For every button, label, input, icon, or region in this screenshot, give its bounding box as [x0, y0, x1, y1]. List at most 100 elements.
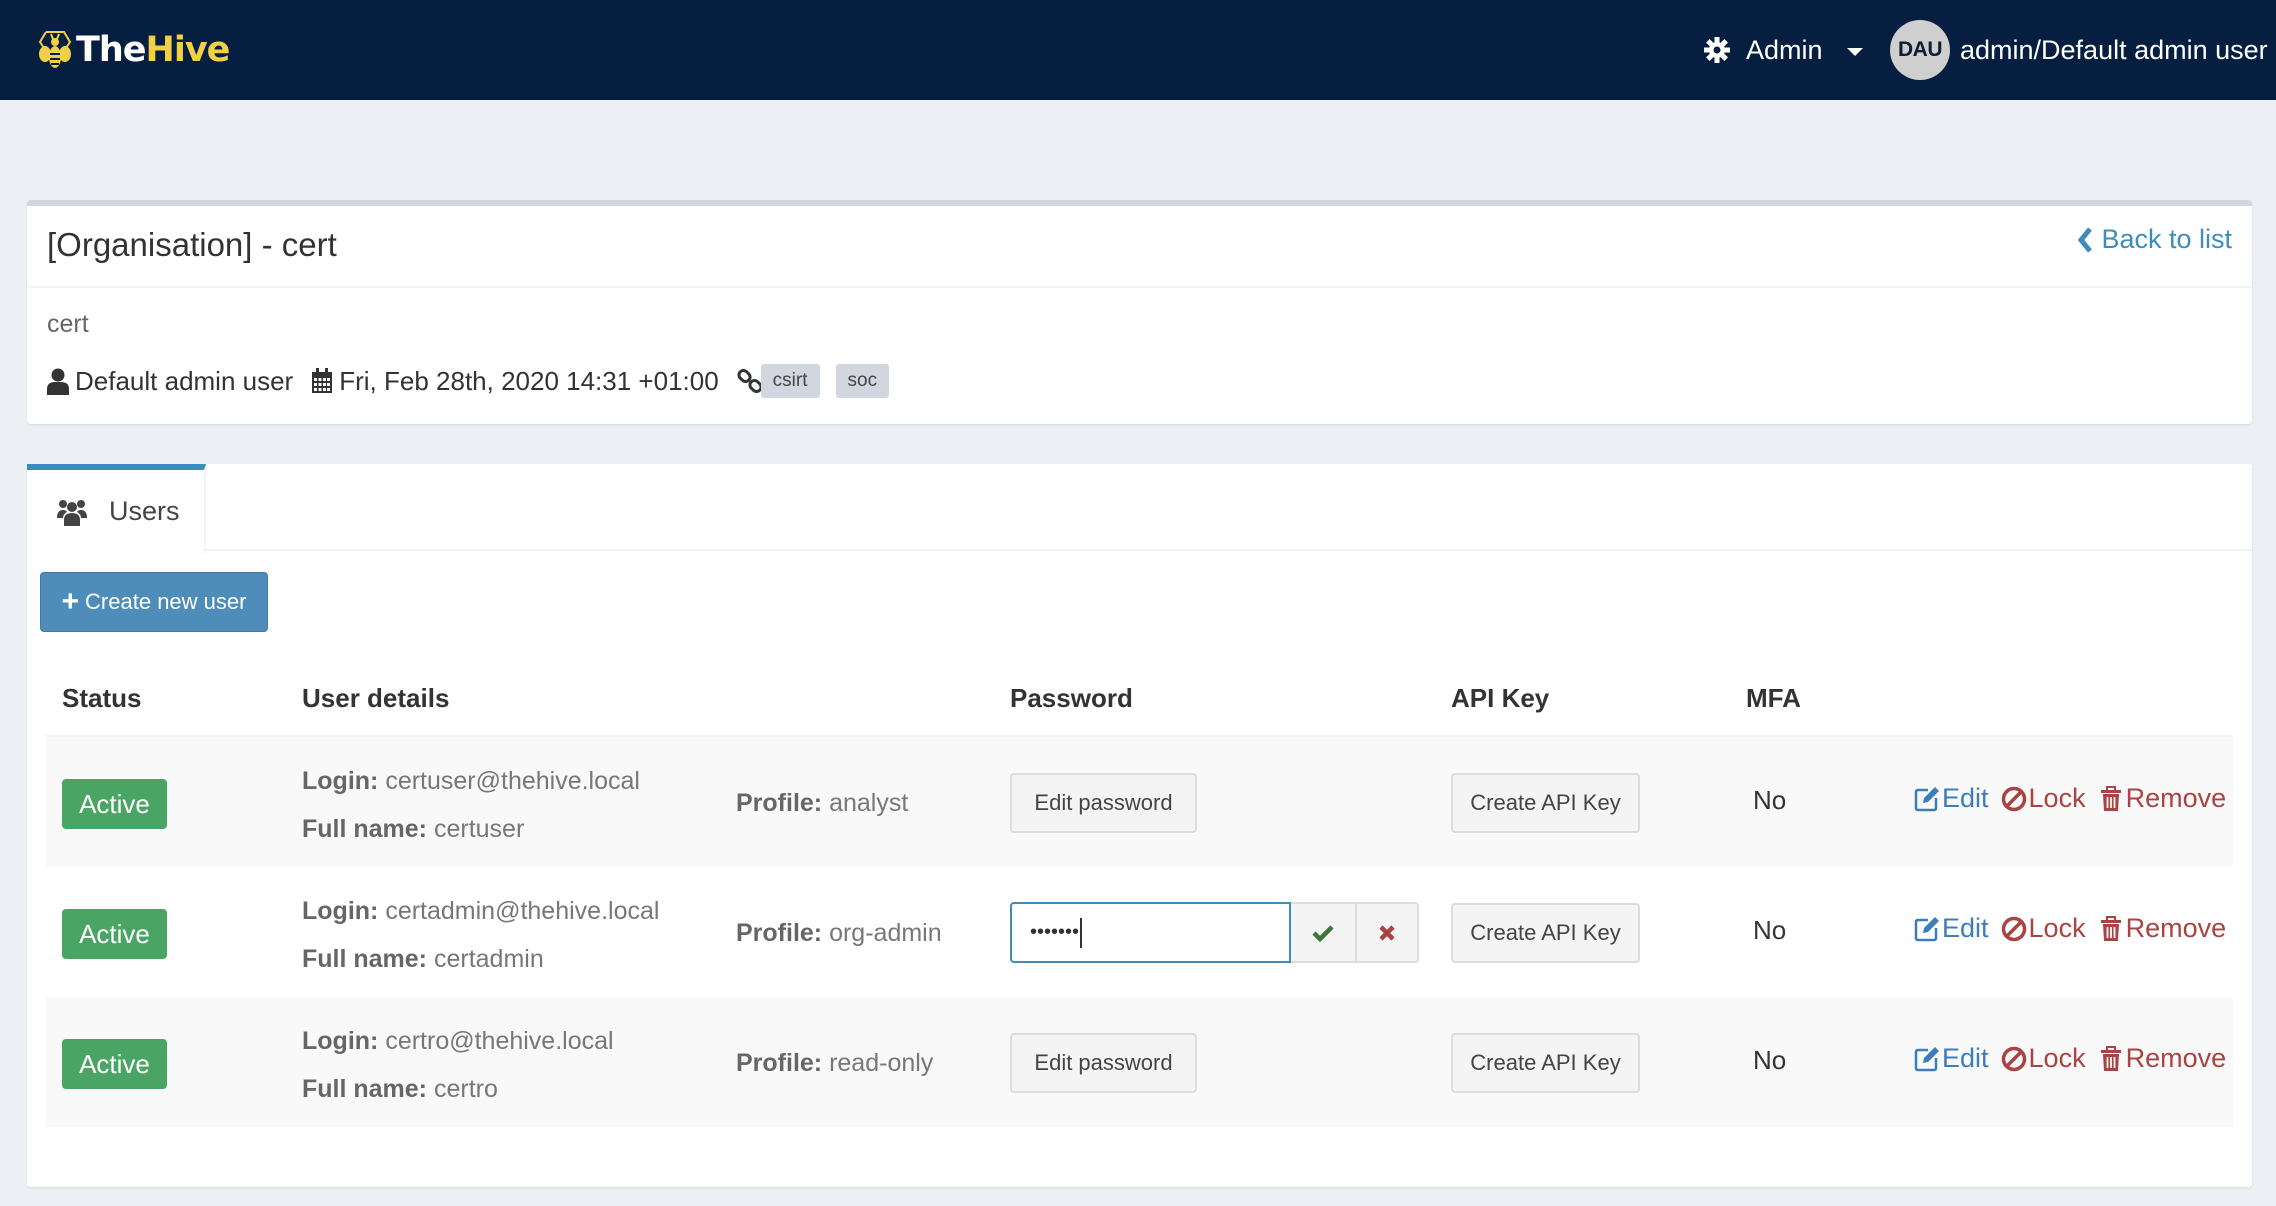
edit-label: Edit — [1942, 1043, 1989, 1073]
lock-label: Lock — [2028, 783, 2086, 813]
cancel-password-button[interactable] — [1357, 902, 1419, 963]
mfa-status: No — [1753, 785, 1787, 815]
edit-user-link[interactable]: Edit — [1914, 783, 1989, 814]
trash-icon — [2100, 915, 2121, 941]
column-header-mfa: MFA — [1746, 683, 1801, 713]
user-details: Login: certro@thehive.local Full name: c… — [302, 1017, 614, 1113]
edit-icon — [1914, 786, 1939, 811]
admin-menu-dropdown[interactable]: Admin — [1704, 30, 1863, 70]
edit-password-button[interactable]: Edit password — [1010, 773, 1197, 833]
column-header-api-key: API Key — [1451, 683, 1550, 713]
full-name-line: Full name: certuser — [302, 805, 640, 853]
edit-icon — [1914, 1046, 1939, 1071]
table-row: Active Login: certro@thehive.local Full … — [46, 997, 2233, 1127]
column-header-status: Status — [62, 683, 142, 713]
column-header-user-details: User details — [302, 683, 450, 713]
create-new-user-button[interactable]: + Create new user — [40, 572, 268, 632]
ban-icon — [2001, 1046, 2026, 1071]
caret-down-icon — [1846, 48, 1863, 56]
status-badge: Active — [62, 779, 167, 829]
lock-user-link[interactable]: Lock — [2001, 783, 2086, 814]
organisation-panel: [Organisation] - cert Back to list cert … — [27, 200, 2252, 424]
user-profile: Profile: read-only — [736, 1039, 933, 1087]
profile-label: Profile: — [736, 919, 823, 947]
create-new-user-label: Create new user — [85, 589, 247, 614]
full-name-label: Full name: — [302, 815, 428, 843]
user-menu[interactable]: DAU admin/Default admin user — [1890, 20, 2268, 80]
organisation-meta: Default admin user Fri, Feb 28th, 2020 1… — [47, 364, 2232, 398]
user-details: Login: certadmin@thehive.local Full name… — [302, 887, 659, 983]
full-name-label: Full name: — [302, 945, 428, 973]
password-edit-group: ••••••• — [1010, 902, 1419, 963]
login-label: Login: — [302, 897, 379, 925]
edit-label: Edit — [1942, 783, 1989, 813]
brand-name-the: The — [76, 30, 147, 70]
tag-soc[interactable]: soc — [835, 364, 890, 398]
admin-menu-label: Admin — [1746, 34, 1823, 65]
password-input-value: ••••••• — [1030, 921, 1080, 943]
link-icon — [737, 368, 763, 394]
profile-label: Profile: — [736, 789, 823, 817]
ban-icon — [2001, 786, 2026, 811]
linked-tags: csirt soc — [760, 364, 905, 398]
status-badge: Active — [62, 1039, 167, 1089]
tab-bar: Users — [27, 464, 2252, 553]
avatar: DAU — [1890, 20, 1950, 80]
brand-logo-link[interactable]: TheHive — [38, 22, 231, 78]
edit-password-button[interactable]: Edit password — [1010, 1033, 1197, 1093]
text-cursor — [1080, 917, 1083, 948]
password-input[interactable]: ••••••• — [1010, 902, 1291, 963]
brand-name-hive: Hive — [145, 30, 231, 70]
created-at: Fri, Feb 28th, 2020 14:31 +01:00 — [311, 366, 719, 397]
status-badge: Active — [62, 909, 167, 959]
back-to-list-link[interactable]: Back to list — [2077, 224, 2232, 255]
login-label: Login: — [302, 767, 379, 795]
organisation-description: cert — [47, 310, 89, 338]
remove-user-link[interactable]: Remove — [2098, 783, 2226, 814]
gear-icon — [1704, 37, 1730, 63]
tab-users[interactable]: Users — [27, 464, 206, 553]
tag-csirt[interactable]: csirt — [760, 364, 820, 398]
remove-user-link[interactable]: Remove — [2098, 913, 2226, 944]
brand-name: TheHive — [76, 30, 231, 70]
create-api-key-button[interactable]: Create API Key — [1451, 773, 1640, 833]
row-actions: Edit Lock Remove — [1914, 1043, 2238, 1074]
profile-value: read-only — [829, 1049, 934, 1077]
users-icon — [57, 499, 87, 526]
lock-user-link[interactable]: Lock — [2001, 913, 2086, 944]
full-name-value: certuser — [433, 815, 525, 843]
trash-icon — [2100, 785, 2121, 811]
lock-user-link[interactable]: Lock — [2001, 1043, 2086, 1074]
top-navbar: TheHive Admin DAU admin/Default admin us… — [0, 0, 2276, 100]
back-to-list-label: Back to list — [2101, 224, 2232, 254]
bee-logo-icon — [38, 31, 72, 68]
create-api-key-button[interactable]: Create API Key — [1451, 1033, 1640, 1093]
profile-value: org-admin — [829, 919, 942, 947]
user-profile: Profile: org-admin — [736, 909, 942, 957]
lock-label: Lock — [2028, 1043, 2086, 1073]
linked-organisations: csirt soc — [737, 364, 905, 398]
organisation-body: cert Default admin user Fri, Feb 28th, 2… — [27, 288, 2252, 420]
create-api-key-button[interactable]: Create API Key — [1451, 903, 1640, 963]
table-header: Status User details Password API Key MFA — [46, 659, 2233, 737]
full-name-label: Full name: — [302, 1075, 428, 1103]
confirm-password-button[interactable] — [1291, 902, 1357, 963]
check-icon — [1312, 924, 1334, 942]
plus-icon: + — [61, 585, 80, 618]
organisation-header: [Organisation] - cert Back to list — [27, 206, 2252, 288]
edit-icon — [1914, 916, 1939, 941]
remove-user-link[interactable]: Remove — [2098, 1043, 2226, 1074]
full-name-line: Full name: certro — [302, 1065, 614, 1113]
mfa-status: No — [1753, 915, 1787, 945]
login-value: certro@thehive.local — [385, 1027, 614, 1055]
users-tab-panel: Users + Create new user Status User deta… — [27, 464, 2252, 1187]
lock-label: Lock — [2028, 913, 2086, 943]
edit-user-link[interactable]: Edit — [1914, 913, 1989, 944]
profile-value: analyst — [829, 789, 909, 817]
login-line: Login: certadmin@thehive.local — [302, 887, 659, 935]
table-row: Active Login: certuser@thehive.local Ful… — [46, 737, 2233, 867]
page-title: [Organisation] - cert — [47, 226, 337, 263]
created-by: Default admin user — [47, 366, 293, 397]
row-actions: Edit Lock Remove — [1914, 913, 2238, 944]
edit-user-link[interactable]: Edit — [1914, 1043, 1989, 1074]
